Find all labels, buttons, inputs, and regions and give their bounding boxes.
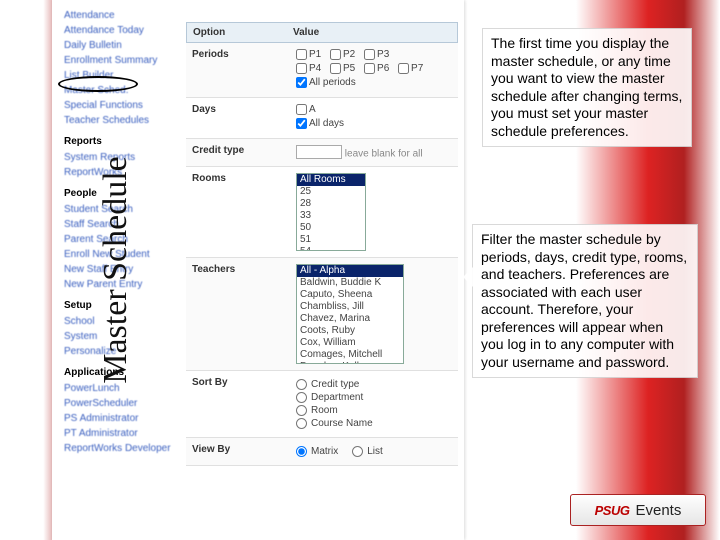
radio-sort-dept[interactable] [296, 392, 307, 403]
teachers-listbox[interactable]: All - Alpha Baldwin, Buddie K Caputo, Sh… [296, 264, 404, 364]
checkbox-p2[interactable] [330, 49, 341, 60]
row-label-viewby: View By [192, 444, 292, 455]
sidebar-item[interactable]: Enrollment Summary [64, 53, 176, 68]
row-label-sortby: Sort By [192, 377, 292, 388]
credit-hint: leave blank for all [345, 149, 423, 160]
sidebar-item[interactable]: List Builder [64, 68, 176, 83]
sidebar-header-reports: Reports [64, 128, 176, 150]
radio-view-list[interactable] [352, 446, 363, 457]
checkbox-p3[interactable] [364, 49, 375, 60]
row-label-rooms: Rooms [192, 173, 292, 184]
checkbox-p4[interactable] [296, 63, 307, 74]
logo-brand: PSUG [595, 503, 630, 518]
checkbox-p7[interactable] [398, 63, 409, 74]
callout-intro: The first time you display the master sc… [482, 28, 692, 147]
checkbox-p1[interactable] [296, 49, 307, 60]
sidebar-item-master-schedule[interactable]: Master Sched. [64, 83, 176, 98]
logo-suffix: Events [635, 502, 681, 519]
logo-badge: PSUG Events [570, 494, 706, 526]
row-label-days: Days [192, 104, 292, 115]
sidebar-item[interactable]: PS Administrator [64, 411, 176, 426]
preferences-table: Option Value Periods P1 P2 P3 P4 P5 P6 P… [186, 22, 458, 532]
sidebar-item[interactable]: PowerScheduler [64, 396, 176, 411]
callout-filter: Filter the master schedule by periods, d… [472, 224, 698, 378]
credit-type-input[interactable] [296, 145, 342, 159]
sidebar-item[interactable]: Teacher Schedules [64, 113, 176, 128]
radio-sort-credit[interactable] [296, 379, 307, 390]
rooms-listbox[interactable]: All Rooms 25 28 33 50 51 54 55 [296, 173, 366, 251]
row-label-periods: Periods [192, 49, 292, 60]
checkbox-all-days[interactable] [296, 118, 307, 129]
row-label-teachers: Teachers [192, 264, 292, 275]
sidebar-item[interactable]: Daily Bulletin [64, 38, 176, 53]
sidebar-item[interactable]: ReportWorks Developer [64, 441, 176, 456]
sidebar-item[interactable]: Special Functions [64, 98, 176, 113]
radio-sort-course[interactable] [296, 418, 307, 429]
radio-view-matrix[interactable] [296, 446, 307, 457]
sidebar-item[interactable]: PT Administrator [64, 426, 176, 441]
sidebar-item[interactable]: Attendance [64, 8, 176, 23]
checkbox-p6[interactable] [364, 63, 375, 74]
sidebar-item[interactable]: Attendance Today [64, 23, 176, 38]
col-option: Option [193, 27, 293, 38]
checkbox-all-periods[interactable] [296, 77, 307, 88]
checkbox-p5[interactable] [330, 63, 341, 74]
checkbox-day-a[interactable] [296, 104, 307, 115]
page-title: Master Schedule [97, 156, 135, 384]
radio-sort-room[interactable] [296, 405, 307, 416]
row-label-credit: Credit type [192, 145, 292, 156]
col-value: Value [293, 27, 319, 38]
